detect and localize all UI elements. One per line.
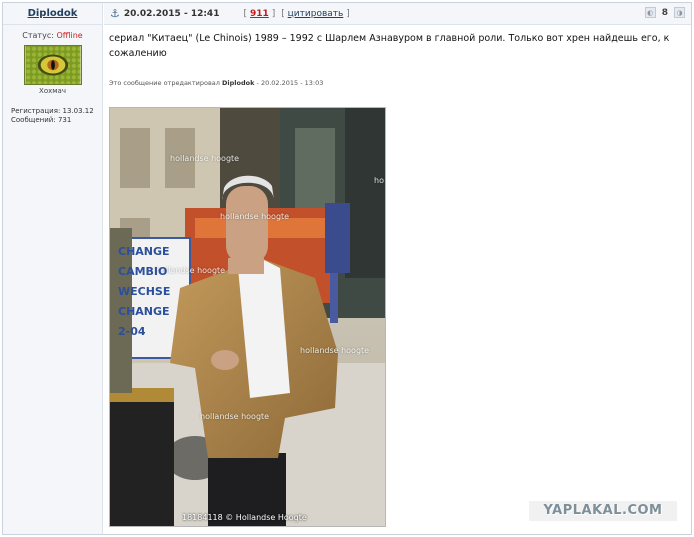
karma-link[interactable]: 911: [247, 9, 272, 19]
username-bar: Diplodok: [3, 3, 102, 25]
photo-watermark-partial: ho: [374, 176, 384, 185]
registration-value: 13.03.12: [62, 107, 94, 115]
avatar[interactable]: [23, 45, 82, 85]
user-status: Статус: Offline: [3, 31, 102, 40]
registration-label: Регистрация:: [11, 107, 61, 115]
edit-date: - 20.02.2015 - 13:03: [256, 79, 324, 87]
forum-post: Diplodok Статус: Offline Хохмач Регистра…: [2, 2, 692, 535]
photo-watermark: hollandse hoogte: [170, 154, 240, 163]
messages-value: 731: [57, 116, 72, 124]
photo-watermark: hollandse hoogte: [220, 212, 290, 221]
avatar-caption: Хохмач: [39, 87, 66, 95]
photo-caption: 18184118 © Hollandse Hoogte: [182, 513, 307, 522]
sign-line: WECHSE: [118, 285, 171, 298]
username-link[interactable]: Diplodok: [28, 8, 78, 19]
sign-line: CAMBIO: [118, 265, 168, 278]
quote-box: [ цитировать ]: [281, 8, 350, 19]
photo-watermark: hollandse hoogte: [300, 346, 370, 355]
status-label: Статус:: [22, 31, 54, 40]
sign-line: CHANGE: [118, 305, 170, 318]
anchor-icon[interactable]: ⚓: [110, 7, 120, 20]
status-value: Offline: [56, 31, 83, 40]
user-details: Регистрация: 13.03.12 Сообщений: 731: [3, 107, 102, 125]
karma-box: [911]: [243, 8, 276, 19]
messages-label: Сообщений:: [11, 116, 56, 124]
sign-line: CHANGE: [118, 245, 170, 258]
rate-down-icon[interactable]: ◐: [644, 7, 656, 18]
edit-notice: Это сообщение отредактировал Diplodok - …: [109, 79, 323, 87]
sign-line: 2-04: [118, 325, 146, 338]
rate-up-icon[interactable]: ◑: [674, 7, 685, 18]
photo-watermark: hollandse hoogte: [200, 412, 270, 421]
site-watermark: YAPLAKAL.COM: [529, 501, 677, 521]
user-column: Diplodok Статус: Offline Хохмач Регистра…: [3, 3, 103, 534]
registration-row: Регистрация: 13.03.12: [11, 107, 102, 116]
edit-prefix: Это сообщение отредактировал: [109, 79, 220, 87]
post-header: ⚓ 20.02.2015 - 12:41 [911] [ цитировать …: [104, 3, 691, 25]
post-rating: 8: [661, 7, 668, 18]
rating-controls: ◐ 8 ◑: [644, 7, 685, 18]
post-image[interactable]: hollandse hoogte hollandse hoogte ho hol…: [109, 107, 386, 527]
edit-author[interactable]: Diplodok: [222, 79, 254, 87]
quote-link[interactable]: цитировать: [288, 9, 344, 19]
post-date: 20.02.2015 - 12:41: [123, 8, 220, 19]
post-text: сериал "Китаец" (Le Chinois) 1989 – 1992…: [109, 33, 670, 59]
exchange-sign: CHANGE CAMBIO WECHSE CHANGE 2-04: [118, 242, 188, 342]
messages-row: Сообщений: 731: [11, 116, 102, 125]
